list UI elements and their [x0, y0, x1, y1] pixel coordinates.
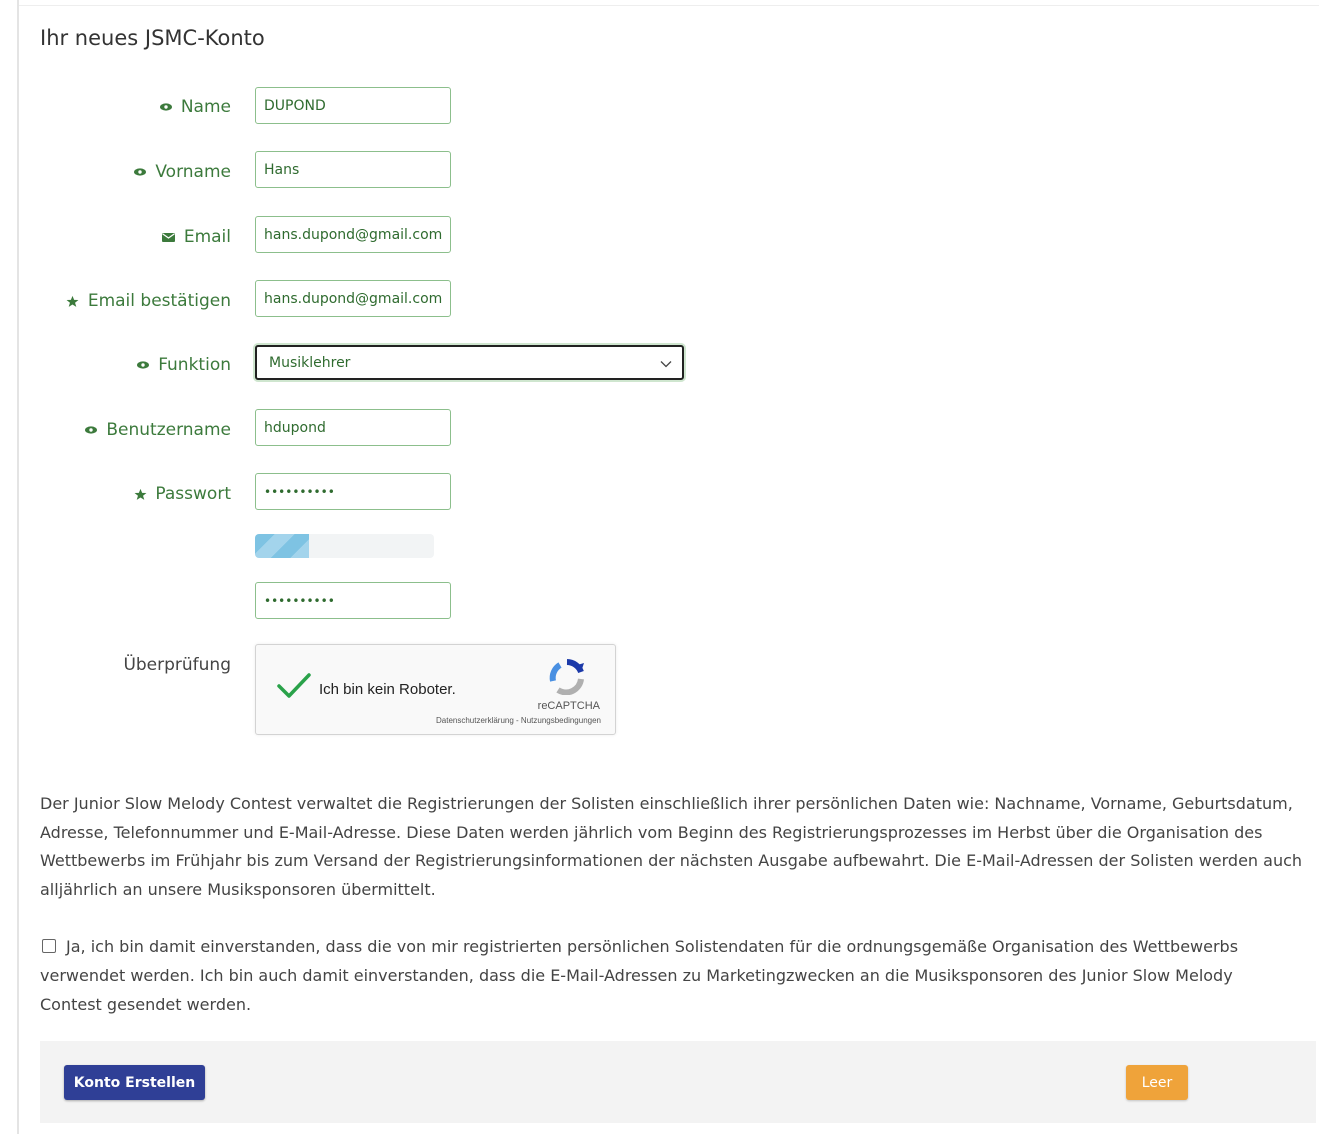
email-label-text: Email	[183, 227, 231, 247]
reset-button[interactable]: Leer	[1126, 1065, 1188, 1100]
star-icon	[66, 294, 80, 308]
consent-text: Ja, ich bin damit einverstanden, dass di…	[40, 937, 1239, 1014]
password-input[interactable]	[255, 473, 451, 510]
verification-label-text: Überprüfung	[123, 655, 231, 675]
vorname-label-text: Vorname	[155, 162, 231, 182]
eye-icon	[136, 358, 150, 372]
funktion-label: Funktion	[136, 353, 231, 377]
star-icon	[133, 487, 147, 501]
verification-label: Überprüfung	[123, 653, 231, 677]
email-input[interactable]	[255, 216, 451, 253]
email-confirm-label-text: Email bestätigen	[87, 291, 231, 311]
funktion-selected-value: Musiklehrer	[269, 354, 351, 371]
name-input[interactable]	[255, 87, 451, 124]
eye-icon	[84, 423, 98, 437]
top-border	[19, 5, 1319, 6]
funktion-select[interactable]: Musiklehrer	[255, 345, 684, 380]
recaptcha-brand: reCAPTCHA	[537, 700, 600, 712]
vorname-input[interactable]	[255, 151, 451, 188]
left-border	[17, 0, 19, 1134]
benutzername-input[interactable]	[255, 409, 451, 446]
vorname-label: Vorname	[133, 160, 231, 184]
create-account-button[interactable]: Konto Erstellen	[64, 1065, 205, 1100]
recaptcha-links[interactable]: Datenschutzerklärung - Nutzungsbedingung…	[436, 716, 601, 725]
chevron-down-icon	[660, 353, 672, 372]
email-confirm-input[interactable]	[255, 280, 451, 317]
email-label: Email	[162, 225, 231, 249]
funktion-label-text: Funktion	[158, 355, 231, 375]
email-confirm-label: Email bestätigen	[66, 289, 231, 313]
passwort-label: Passwort	[133, 482, 231, 506]
consent-checkbox[interactable]	[42, 939, 56, 953]
benutzername-label: Benutzername	[84, 418, 231, 442]
name-label-text: Name	[180, 97, 231, 117]
privacy-notice: Der Junior Slow Melody Contest verwaltet…	[40, 794, 1303, 899]
recaptcha-logo-icon	[548, 659, 586, 700]
form-footer: Konto Erstellen Leer	[40, 1041, 1316, 1123]
name-label: Name	[159, 95, 231, 119]
benutzername-label-text: Benutzername	[106, 420, 231, 440]
recaptcha-widget: Ich bin kein Roboter. reCAPTCHA Datensch…	[255, 644, 616, 735]
checkmark-icon[interactable]	[276, 671, 312, 706]
passwort-label-text: Passwort	[155, 484, 231, 504]
password-strength-bar	[255, 534, 434, 558]
eye-icon	[133, 165, 147, 179]
consent-paragraph: Ja, ich bin damit einverstanden, dass di…	[40, 932, 1290, 1019]
password-strength-fill	[255, 534, 309, 558]
recaptcha-label: Ich bin kein Roboter.	[319, 681, 456, 698]
page-title: Ihr neues JSMC-Konto	[40, 26, 265, 50]
password-confirm-input[interactable]	[255, 582, 451, 619]
envelope-icon	[162, 230, 176, 244]
eye-icon	[159, 100, 173, 114]
